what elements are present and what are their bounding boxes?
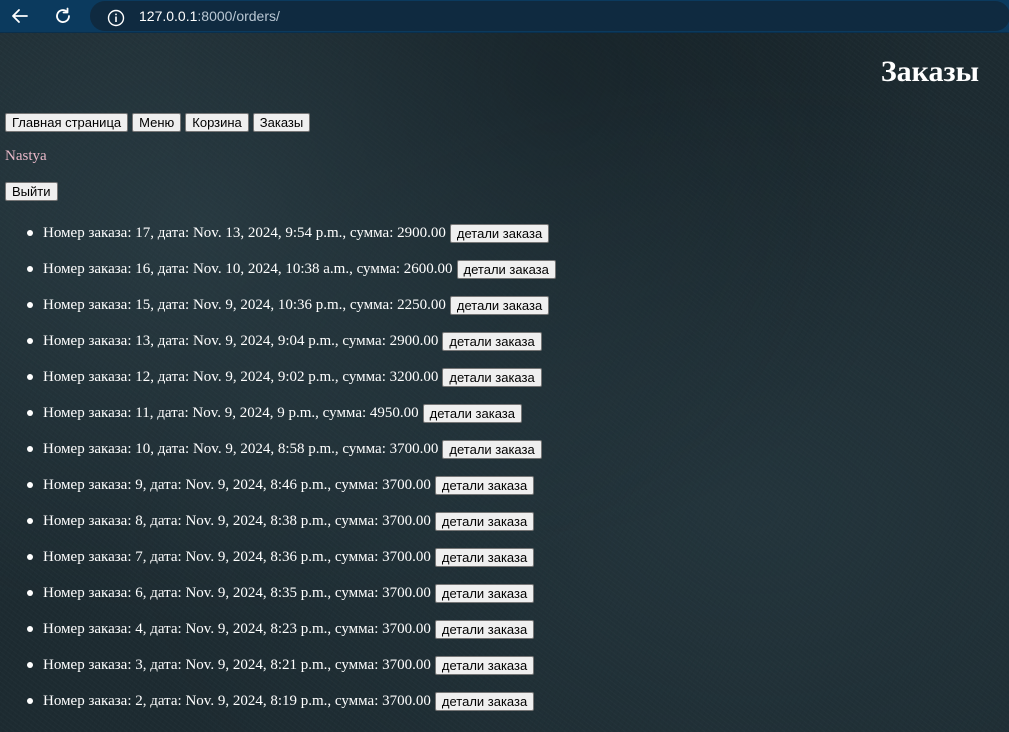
- url-path: :8000/orders/: [197, 8, 280, 24]
- bullet-icon: [27, 230, 33, 236]
- order-item: Номер заказа: 6, дата: Nov. 9, 2024, 8:3…: [0, 575, 556, 611]
- logout-button[interactable]: Выйти: [5, 182, 58, 201]
- order-details-button[interactable]: детали заказа: [434, 583, 535, 603]
- order-details-button[interactable]: детали заказа: [434, 619, 535, 639]
- order-item: Номер заказа: 9, дата: Nov. 9, 2024, 8:4…: [0, 467, 556, 503]
- nav-menu-button[interactable]: Меню: [132, 113, 182, 132]
- order-details-button[interactable]: детали заказа: [434, 547, 535, 567]
- order-text: Номер заказа: 6, дата: Nov. 9, 2024, 8:3…: [43, 584, 431, 601]
- order-item: Номер заказа: 3, дата: Nov. 9, 2024, 8:2…: [0, 647, 556, 683]
- browser-toolbar: 127.0.0.1:8000/orders/: [0, 0, 1009, 33]
- order-text: Номер заказа: 10, дата: Nov. 9, 2024, 8:…: [43, 440, 439, 457]
- bullet-icon: [27, 590, 33, 596]
- order-item: Номер заказа: 11, дата: Nov. 9, 2024, 9 …: [0, 395, 556, 431]
- order-text: Номер заказа: 13, дата: Nov. 9, 2024, 9:…: [43, 332, 439, 349]
- order-details-button[interactable]: детали заказа: [442, 331, 542, 351]
- order-item: Номер заказа: 7, дата: Nov. 9, 2024, 8:3…: [0, 539, 556, 575]
- address-bar[interactable]: 127.0.0.1:8000/orders/: [90, 1, 1009, 31]
- order-item: Номер заказа: 15, дата: Nov. 9, 2024, 10…: [0, 287, 556, 323]
- order-item: Номер заказа: 8, дата: Nov. 9, 2024, 8:3…: [0, 503, 556, 539]
- username: Nastya: [5, 148, 47, 164]
- main-nav: Главная страница Меню Корзина Заказы: [5, 113, 311, 132]
- order-text: Номер заказа: 11, дата: Nov. 9, 2024, 9 …: [43, 404, 419, 421]
- order-details-button[interactable]: детали заказа: [442, 439, 542, 459]
- url-host: 127.0.0.1: [139, 8, 198, 24]
- bullet-icon: [27, 698, 33, 704]
- order-item: Номер заказа: 16, дата: Nov. 10, 2024, 1…: [0, 251, 556, 287]
- bullet-icon: [27, 446, 33, 452]
- order-item: Номер заказа: 4, дата: Nov. 9, 2024, 8:2…: [0, 611, 556, 647]
- back-arrow-icon[interactable]: [9, 5, 31, 27]
- bullet-icon: [27, 482, 33, 488]
- order-details-button[interactable]: детали заказа: [434, 475, 535, 495]
- order-text: Номер заказа: 17, дата: Nov. 13, 2024, 9…: [43, 224, 446, 241]
- order-item: Номер заказа: 17, дата: Nov. 13, 2024, 9…: [0, 215, 556, 251]
- order-text: Номер заказа: 12, дата: Nov. 9, 2024, 9:…: [43, 368, 439, 385]
- order-details-button[interactable]: детали заказа: [434, 511, 535, 531]
- bullet-icon: [27, 338, 33, 344]
- order-text: Номер заказа: 16, дата: Nov. 10, 2024, 1…: [43, 260, 453, 277]
- order-details-button[interactable]: детали заказа: [422, 403, 522, 423]
- url-text: 127.0.0.1:8000/orders/: [139, 1, 280, 31]
- bullet-icon: [27, 626, 33, 632]
- order-item: Номер заказа: 12, дата: Nov. 9, 2024, 9:…: [0, 359, 556, 395]
- bullet-icon: [27, 410, 33, 416]
- order-item: Номер заказа: 13, дата: Nov. 9, 2024, 9:…: [0, 323, 556, 359]
- order-details-button[interactable]: детали заказа: [434, 655, 535, 675]
- reload-icon[interactable]: [52, 5, 74, 27]
- orders-list: Номер заказа: 17, дата: Nov. 13, 2024, 9…: [0, 215, 556, 719]
- page-title: Заказы: [880, 55, 979, 88]
- info-icon[interactable]: [107, 7, 125, 27]
- order-details-button[interactable]: детали заказа: [456, 259, 556, 279]
- bullet-icon: [27, 302, 33, 308]
- order-text: Номер заказа: 7, дата: Nov. 9, 2024, 8:3…: [43, 548, 431, 565]
- order-text: Номер заказа: 2, дата: Nov. 9, 2024, 8:1…: [43, 692, 431, 709]
- order-text: Номер заказа: 8, дата: Nov. 9, 2024, 8:3…: [43, 512, 431, 529]
- bullet-icon: [27, 554, 33, 560]
- nav-orders-button[interactable]: Заказы: [252, 113, 311, 132]
- order-text: Номер заказа: 9, дата: Nov. 9, 2024, 8:4…: [43, 476, 431, 493]
- order-item: Номер заказа: 2, дата: Nov. 9, 2024, 8:1…: [0, 683, 556, 719]
- order-item: Номер заказа: 10, дата: Nov. 9, 2024, 8:…: [0, 431, 556, 467]
- order-text: Номер заказа: 15, дата: Nov. 9, 2024, 10…: [43, 296, 446, 313]
- order-details-button[interactable]: детали заказа: [434, 691, 535, 711]
- bullet-icon: [27, 662, 33, 668]
- nav-cart-button[interactable]: Корзина: [185, 113, 249, 132]
- nav-home-button[interactable]: Главная страница: [5, 113, 129, 132]
- bullet-icon: [27, 374, 33, 380]
- order-details-button[interactable]: детали заказа: [442, 367, 542, 387]
- order-text: Номер заказа: 3, дата: Nov. 9, 2024, 8:2…: [43, 656, 431, 673]
- order-text: Номер заказа: 4, дата: Nov. 9, 2024, 8:2…: [43, 620, 431, 637]
- bullet-icon: [27, 266, 33, 272]
- bullet-icon: [27, 518, 33, 524]
- order-details-button[interactable]: детали заказа: [449, 295, 550, 315]
- order-details-button[interactable]: детали заказа: [449, 223, 550, 243]
